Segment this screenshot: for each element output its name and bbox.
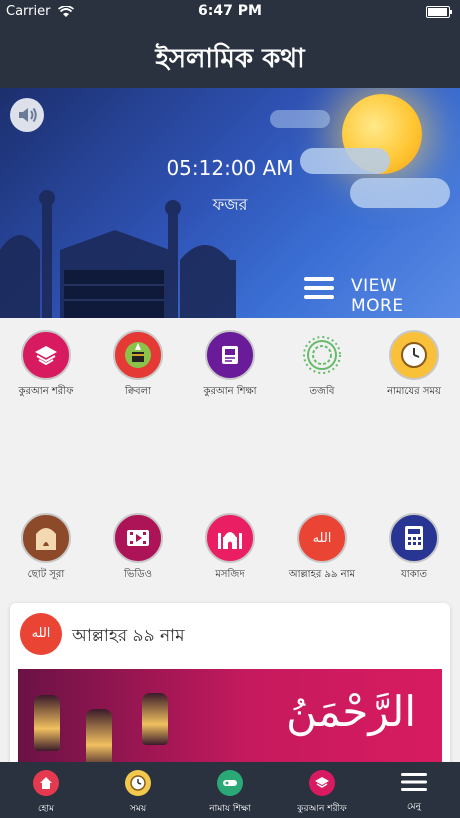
feature-quran-learning[interactable]: কুরআন শিক্ষা	[184, 330, 276, 401]
prayer-clock-icon	[389, 330, 439, 380]
feature-label: মসজিদ	[215, 569, 245, 580]
prayer-time-banner: 05:12:00 AM ফজর VIEW MORE	[0, 88, 460, 318]
lantern-illustration	[86, 709, 112, 769]
speaker-icon	[19, 107, 37, 123]
cloud-illustration	[270, 110, 330, 128]
bottom-tab-bar: হোম সময় নামায শিক্ষা কুরআন শরীফ মেনু	[0, 762, 460, 818]
mosque-icon	[205, 513, 255, 563]
zakat-calculator-icon	[389, 513, 439, 563]
allah-names-card-icon: الله	[20, 613, 62, 655]
lantern-illustration	[34, 695, 60, 751]
tasbih-beads-icon	[297, 330, 347, 380]
current-prayer-time: 05:12:00 AM	[166, 156, 294, 180]
app-header: ইসলামিক কথা	[0, 24, 460, 88]
quran-book-icon	[21, 330, 71, 380]
feature-video[interactable]: ভিডিও	[92, 513, 184, 584]
prayer-learning-icon	[217, 770, 243, 796]
feature-allah-names[interactable]: الله আল্লাহর ৯৯ নাম	[276, 513, 368, 584]
qibla-kaaba-icon	[113, 330, 163, 380]
status-bar: Carrier 6:47 PM	[0, 0, 460, 24]
feature-label: নামাযের সময়	[387, 386, 441, 397]
feature-label: কুরআন শরীফ	[18, 386, 74, 397]
feature-tasbih[interactable]: তজবি	[276, 330, 368, 401]
status-time: 6:47 PM	[198, 3, 262, 19]
tab-label: কুরআন শরীফ	[297, 804, 347, 814]
tab-home[interactable]: হোম	[0, 770, 92, 816]
allah-names-banner[interactable]: الرَّحْمَنُ	[18, 669, 442, 773]
tab-label: মেনু	[406, 802, 422, 812]
feature-short-surah[interactable]: ছোট সূরা	[0, 513, 92, 584]
app-title: ইসলামিক কথা	[155, 44, 305, 74]
view-more-label: VIEW MORE	[351, 276, 404, 316]
feature-label: ছোট সূরা	[27, 569, 65, 580]
allah-names-icon: الله	[297, 513, 347, 563]
home-icon	[33, 770, 59, 796]
quran-icon	[309, 770, 335, 796]
feature-label: কুরআন শিক্ষা	[203, 386, 257, 397]
tab-quran[interactable]: কুরআন শরীফ	[276, 770, 368, 816]
feature-label: তজবি	[309, 386, 335, 397]
battery-icon	[426, 6, 452, 18]
feature-label: ভিডিও	[124, 569, 152, 580]
short-surah-icon	[21, 513, 71, 563]
current-prayer-name: ফজর	[212, 195, 248, 214]
feature-label: যাকাত	[400, 569, 428, 580]
lantern-illustration	[142, 693, 168, 745]
video-film-icon	[113, 513, 163, 563]
view-more-button[interactable]: VIEW MORE	[304, 274, 454, 316]
feature-prayer-times[interactable]: নামাযের সময়	[368, 330, 460, 401]
feature-label: আল্লাহর ৯৯ নাম	[288, 569, 356, 580]
allah-names-card[interactable]: الله আল্লাহর ৯৯ নাম الرَّحْمَنُ	[10, 603, 450, 773]
tab-prayer-learning[interactable]: নামায শিক্ষা	[184, 770, 276, 816]
menu-icon	[400, 770, 428, 794]
quran-learning-icon	[205, 330, 255, 380]
tab-label: হোম	[38, 804, 54, 814]
sound-toggle-button[interactable]	[10, 98, 44, 132]
allah-calligraphy: الله	[312, 530, 332, 546]
tab-label: সময়	[129, 804, 147, 814]
feature-mosque[interactable]: মসজিদ	[184, 513, 276, 584]
tab-menu[interactable]: মেনু	[368, 770, 460, 814]
arabic-name-text: الرَّحْمَنُ	[286, 687, 416, 736]
feature-zakat[interactable]: যাকাত	[368, 513, 460, 584]
tab-label: নামায শিক্ষা	[209, 804, 251, 814]
card-title: আল্লাহর ৯৯ নাম	[72, 626, 185, 646]
feature-label: ক্বিবলা	[125, 386, 151, 397]
menu-lines-icon	[304, 277, 334, 299]
feature-quran[interactable]: কুরআন শরীফ	[0, 330, 92, 401]
feature-qibla[interactable]: ক্বিবলা	[92, 330, 184, 401]
clock-icon	[125, 770, 151, 796]
tab-time[interactable]: সময়	[92, 770, 184, 816]
